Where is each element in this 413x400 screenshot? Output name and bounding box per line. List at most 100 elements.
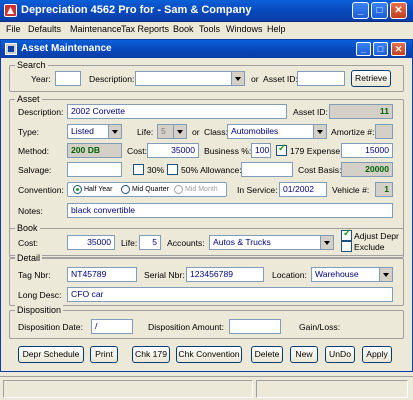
notes-input[interactable]: black convertible — [67, 203, 393, 218]
vehicle-label: Vehicle #: — [332, 185, 370, 195]
search-description-select[interactable] — [135, 71, 245, 86]
description-input[interactable]: 2002 Corvette — [67, 104, 287, 119]
long-desc-label: Long Desc: — [18, 290, 62, 300]
life-select[interactable]: 5 — [157, 124, 187, 139]
pct50-checkbox[interactable] — [167, 164, 178, 175]
notes-label: Notes: — [18, 206, 43, 216]
year-label: Year: — [31, 74, 51, 84]
method-label: Method: — [18, 146, 50, 156]
mid-quarter-label: Mid Quarter — [132, 186, 169, 193]
accounts-label: Accounts: — [167, 238, 205, 248]
exclude-checkbox[interactable] — [341, 241, 352, 252]
salvage-input[interactable] — [67, 162, 122, 177]
depr-schedule-button[interactable]: Depr Schedule — [18, 346, 84, 363]
disposition-amount-input[interactable] — [229, 319, 281, 334]
menu-maintenance[interactable]: Maintenance — [70, 24, 122, 34]
menu-help[interactable]: Help — [267, 24, 286, 34]
accounts-select[interactable]: Autos & Trucks — [209, 235, 334, 250]
amortize-input[interactable] — [375, 124, 393, 139]
pct50-label: 50% Allowance: — [181, 165, 242, 175]
serial-input[interactable]: 123456789 — [186, 267, 264, 282]
disposition-date-input[interactable]: / — [91, 319, 133, 334]
menu-tax-reports[interactable]: Tax Reports — [121, 24, 169, 34]
menu-file[interactable]: File — [6, 24, 21, 34]
chk-179-button[interactable]: Chk 179 — [132, 346, 170, 363]
class-label: Class: — [204, 127, 228, 137]
book-legend: Book — [15, 223, 40, 233]
expense179-input[interactable]: 15000 — [341, 143, 393, 158]
detail-legend: Detail — [15, 253, 43, 263]
life-label: Life: — [137, 127, 154, 137]
cost-input[interactable]: 35000 — [147, 143, 199, 158]
serial-label: Serial Nbr: — [144, 270, 185, 280]
year-input[interactable] — [55, 71, 81, 86]
gain-loss-label: Gain/Loss: — [299, 322, 341, 332]
close-icon[interactable]: ✕ — [390, 2, 407, 19]
search-asset-id-label: Asset ID: — [263, 74, 298, 84]
status-panel-side — [256, 380, 408, 398]
expense179-checkbox[interactable] — [276, 143, 287, 156]
asset-legend: Asset — [15, 94, 42, 104]
mid-quarter-radio[interactable] — [121, 185, 130, 194]
asset-maintenance-window: Asset Maintenance _ □ ✕ Search Year: Des… — [0, 39, 413, 372]
apply-button[interactable]: Apply — [362, 346, 392, 363]
type-select[interactable]: Listed — [67, 124, 122, 139]
asset-id-value: 11 — [329, 104, 393, 119]
new-button[interactable]: New — [290, 346, 318, 363]
in-service-label: In Service: — [237, 185, 278, 195]
window-icon — [5, 43, 17, 55]
window-minimize-icon[interactable]: _ — [356, 42, 371, 56]
menu-tools[interactable]: Tools — [199, 24, 220, 34]
location-select[interactable]: Warehouse — [311, 267, 393, 282]
menu-defaults[interactable]: Defaults — [28, 24, 61, 34]
half-year-radio[interactable] — [73, 185, 82, 194]
adjust-depr-label: Adjust Depr — [354, 231, 399, 241]
search-asset-id-input[interactable] — [297, 71, 345, 86]
window-title: Asset Maintenance — [21, 43, 112, 54]
chevron-down-icon[interactable] — [320, 236, 333, 249]
expense179-label: 179 Expense: — [290, 146, 343, 156]
chevron-down-icon[interactable] — [173, 125, 186, 138]
retrieve-button[interactable]: Retrieve — [351, 70, 391, 87]
delete-button[interactable]: Delete — [251, 346, 283, 363]
window-title-bar: Asset Maintenance _ □ ✕ — [1, 40, 412, 58]
vehicle-value: 1 — [375, 182, 393, 197]
window-maximize-icon[interactable]: □ — [373, 42, 388, 56]
chevron-down-icon[interactable] — [108, 125, 121, 138]
location-label: Location: — [272, 270, 307, 280]
method-value: 200 DB — [67, 143, 122, 158]
in-service-input[interactable]: 01/2002 — [279, 182, 327, 197]
minimize-icon[interactable]: _ — [352, 2, 369, 19]
menu-book[interactable]: Book — [173, 24, 194, 34]
book-cost-input[interactable]: 35000 — [67, 235, 115, 250]
search-legend: Search — [15, 60, 48, 70]
chevron-down-icon[interactable] — [231, 72, 244, 85]
book-life-input[interactable]: 5 — [139, 235, 161, 250]
disposition-date-label: Disposition Date: — [18, 322, 83, 332]
adjust-depr-checkbox[interactable] — [341, 228, 352, 241]
book-cost-label: Cost: — [18, 238, 39, 248]
chk-convention-button[interactable]: Chk Convention — [176, 346, 242, 363]
mid-month-radio[interactable] — [174, 185, 183, 194]
class-select[interactable]: Automobiles — [227, 124, 327, 139]
chevron-down-icon[interactable] — [379, 268, 392, 281]
status-bar — [0, 376, 413, 400]
gain-loss-value — [341, 319, 393, 334]
long-desc-input[interactable]: CFO car — [67, 287, 393, 302]
type-label: Type: — [18, 127, 40, 137]
pct50-input[interactable] — [241, 162, 293, 177]
undo-button[interactable]: UnDo — [325, 346, 355, 363]
convention-label: Convention: — [18, 185, 64, 195]
maximize-icon[interactable]: □ — [371, 2, 388, 19]
window-close-icon[interactable]: ✕ — [391, 42, 406, 56]
business-pct-input[interactable]: 100 — [251, 143, 271, 158]
print-button[interactable]: Print — [90, 346, 118, 363]
pct30-label: 30% — [147, 165, 165, 175]
disposition-amount-label: Disposition Amount: — [148, 322, 224, 332]
pct30-checkbox[interactable] — [133, 164, 144, 175]
chevron-down-icon[interactable] — [313, 125, 326, 138]
asset-id-label: Asset ID: — [293, 107, 328, 117]
half-year-label: Half Year — [84, 186, 113, 193]
menu-windows[interactable]: Windows — [226, 24, 263, 34]
tag-input[interactable]: NT45789 — [67, 267, 137, 282]
